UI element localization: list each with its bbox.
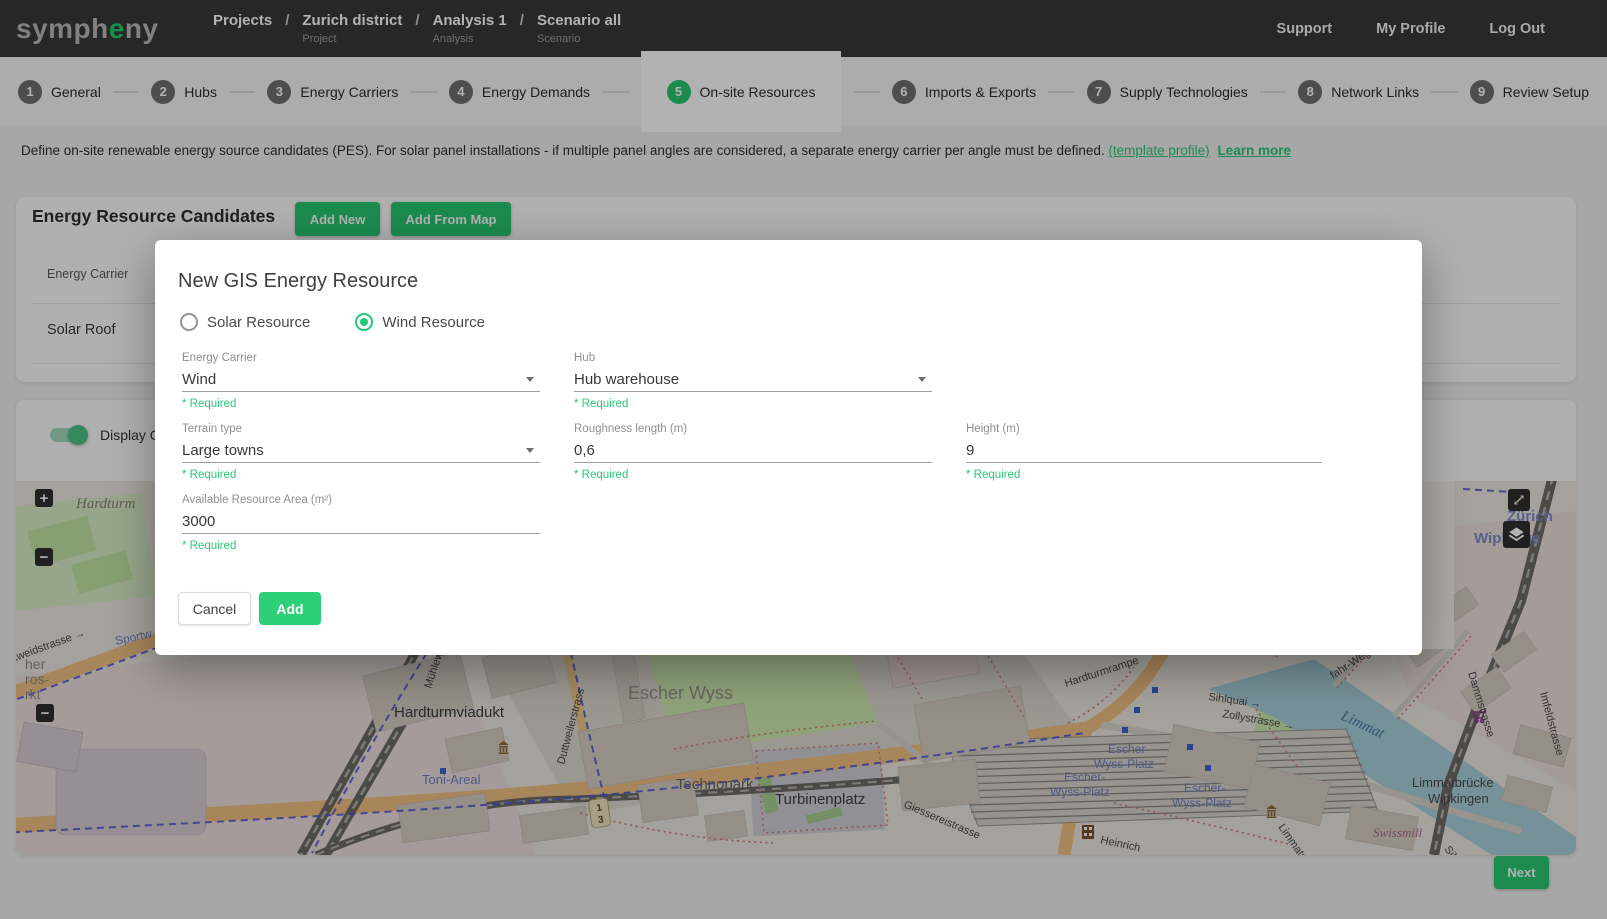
radio-icon (180, 313, 198, 331)
available-resource-area-input[interactable]: 3000 (182, 510, 540, 534)
field-label: Hub (574, 352, 932, 364)
required-hint: * Required (966, 469, 1322, 481)
dialog-title: New GIS Energy Resource (178, 270, 418, 293)
field-label: Energy Carrier (182, 352, 540, 364)
field-label: Roughness length (m) (574, 423, 932, 435)
field-label: Terrain type (182, 423, 540, 435)
field-label: Height (m) (966, 423, 1322, 435)
energy-carrier-field: Energy Carrier Wind * Required (182, 352, 540, 410)
energy-carrier-select[interactable]: Wind (182, 368, 540, 392)
chevron-down-icon (526, 448, 534, 453)
terrain-type-field: Terrain type Large towns * Required (182, 423, 540, 481)
hub-select[interactable]: Hub warehouse (574, 368, 932, 392)
height-input[interactable]: 9 (966, 439, 1322, 463)
cancel-button[interactable]: Cancel (178, 592, 251, 625)
hub-field: Hub Hub warehouse * Required (574, 352, 932, 410)
field-label: Available Resource Area (m²) (182, 494, 540, 506)
radio-checked-icon (355, 313, 373, 331)
roughness-length-input[interactable]: 0,6 (574, 439, 932, 463)
roughness-length-field: Roughness length (m) 0,6 * Required (574, 423, 932, 481)
terrain-type-select[interactable]: Large towns (182, 439, 540, 463)
chevron-down-icon (918, 377, 926, 382)
resource-type-radio-group: Solar Resource Wind Resource (180, 313, 485, 331)
required-hint: * Required (574, 469, 932, 481)
app-window: sympheny Projects / Zurich district Proj… (0, 0, 1607, 919)
available-resource-area-field: Available Resource Area (m²) 3000 * Requ… (182, 494, 540, 552)
required-hint: * Required (182, 540, 540, 552)
add-button[interactable]: Add (259, 592, 321, 625)
solar-resource-radio[interactable]: Solar Resource (180, 313, 310, 331)
required-hint: * Required (574, 398, 932, 410)
required-hint: * Required (182, 469, 540, 481)
required-hint: * Required (182, 398, 540, 410)
height-field: Height (m) 9 * Required (966, 423, 1322, 481)
new-gis-energy-resource-dialog: New GIS Energy Resource Solar Resource W… (155, 240, 1422, 655)
wind-resource-radio[interactable]: Wind Resource (355, 313, 485, 331)
chevron-down-icon (526, 377, 534, 382)
